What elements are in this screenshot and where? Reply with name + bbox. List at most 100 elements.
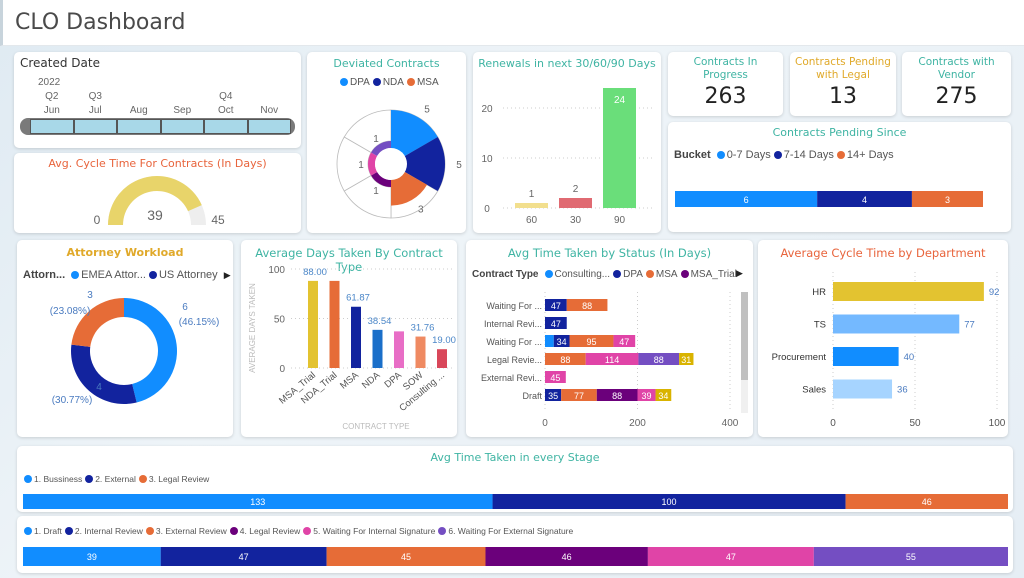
row-label: Internal Revi...: [484, 319, 542, 329]
segment-value-label: 31: [681, 355, 691, 365]
renewals-chart: 0 10 20 1 60 2 30 24 90: [481, 88, 653, 226]
segment-value-label: 45: [550, 373, 560, 383]
x-tick-label: 200: [629, 418, 646, 429]
kpi-card: Contracts Pending with Legal 13: [790, 52, 896, 116]
segment-value-label: 47: [551, 301, 561, 311]
contract-type-bar: [394, 331, 404, 368]
segment-value-label: 46: [922, 497, 932, 507]
slice-value-label: 4: [96, 382, 102, 393]
x-tick-label: 400: [722, 418, 739, 429]
slicer-year: 2022: [38, 77, 61, 88]
contract-type-bar: [329, 280, 340, 368]
stage-card: Avg Time Taken in every Stage 1. Bussine…: [17, 446, 1013, 512]
slice-percent-label: (30.77%): [52, 395, 93, 406]
month-cell[interactable]: [117, 119, 161, 134]
department-chart: 0 50 100 HR 92 TS 77 Procurement 40 Sales 36: [772, 272, 1006, 429]
segment-value-label: 47: [239, 552, 249, 562]
sector-value-label: 3: [418, 205, 424, 216]
kpi-title: Contracts In Progress: [693, 56, 758, 81]
department-bar: [833, 314, 960, 334]
x-tick-label: NDA: [360, 369, 383, 391]
month-label: Aug: [129, 105, 148, 116]
month-label: Oct: [217, 105, 234, 116]
department-bar: [833, 379, 893, 399]
segment-value-label: 77: [574, 391, 584, 401]
inner-value-label: 1: [373, 186, 379, 197]
stage-bar-2: 39 47 45 46 47 55: [23, 547, 1008, 566]
month-label: Jul: [88, 105, 102, 116]
segment-value-label: 45: [401, 552, 411, 562]
status-segment: [545, 335, 554, 347]
renewal-bar: [603, 88, 636, 208]
row-label: External Revi...: [481, 373, 542, 383]
attorney-workload-card: Attorney Workload Attorn... EMEA Attor...…: [17, 240, 233, 437]
bar-value-label: 38.54: [368, 316, 392, 327]
segment-value-label: 88: [560, 355, 570, 365]
gauge-value-label: 39: [147, 207, 163, 223]
quarter-label: Q2: [45, 91, 59, 102]
segment-value-label: 114: [605, 355, 619, 365]
timeline-slider[interactable]: [20, 118, 295, 135]
cycle-time-gauge-card: Avg. Cycle Time For Contracts (In Days) …: [14, 153, 301, 233]
contract-type-bar: [351, 306, 361, 368]
department-card: Average Cycle Time by Department 0 50 100 H…: [758, 240, 1008, 437]
month-cell[interactable]: [160, 119, 204, 134]
gauge-chart: 0 45 39: [94, 175, 225, 227]
kpi-card: Contracts In Progress 263: [668, 52, 783, 116]
pending-since-chart: 6 4 3: [675, 191, 983, 207]
renewal-bar: [559, 198, 592, 208]
quarter-label: Q4: [219, 91, 233, 102]
row-label: Waiting For ...: [486, 301, 542, 311]
month-cell[interactable]: [30, 119, 74, 134]
month-label: Jun: [43, 105, 60, 116]
inner-value-label: 1: [373, 134, 379, 145]
slice-value-label: 3: [87, 290, 93, 301]
kpi-title: Contracts Pending with Legal: [795, 56, 891, 81]
segment-value-label: 88: [612, 391, 622, 401]
bar-value-label: 31.76: [411, 323, 435, 334]
segment-value-label: 47: [551, 319, 561, 329]
department-bar: [833, 282, 984, 301]
department-label: Sales: [802, 385, 826, 396]
month-cell[interactable]: [204, 119, 248, 134]
bar-value-label: 77: [964, 320, 975, 331]
department-label: HR: [812, 287, 826, 298]
bar-value-label: 24: [614, 95, 626, 106]
renewals-card: Renewals in next 30/60/90 Days 0 10 20 1 60 2…: [473, 52, 661, 233]
segment-value-label: 6: [744, 195, 749, 205]
scrollbar-thumb[interactable]: [741, 292, 748, 380]
segment-value-label: 3: [945, 195, 950, 205]
month-cell[interactable]: [73, 119, 117, 134]
slice-value-label: 6: [182, 302, 188, 313]
gauge-max-label: 45: [211, 213, 225, 227]
month-cell[interactable]: [247, 119, 291, 134]
x-tick-label: DPA: [382, 369, 404, 390]
page-title: CLO Dashboard: [15, 10, 186, 35]
segment-value-label: 34: [658, 391, 668, 401]
row-label: Legal Revie...: [487, 355, 542, 365]
kpi-value: 13: [829, 84, 857, 109]
segment-value-label: 4: [862, 195, 867, 205]
segment-value-label: 88: [654, 355, 664, 365]
contract-type-bar: [415, 336, 426, 368]
slice-percent-label: (23.08%): [50, 306, 91, 317]
quarter-label: Q3: [88, 91, 102, 102]
bar-value-label: 36: [897, 385, 908, 396]
pending-since-card: Contracts Pending Since Bucket 0-7 Days 7-…: [668, 122, 1011, 232]
x-tick-label: 90: [614, 215, 626, 226]
x-tick-label: 100: [989, 418, 1006, 429]
status-scrollbar[interactable]: [741, 292, 748, 413]
segment-value-label: 39: [642, 391, 652, 401]
month-label: Nov: [260, 105, 279, 116]
bar-value-label: 40: [904, 352, 915, 363]
bar-value-label: 2: [573, 184, 579, 195]
deviated-contracts-card: Deviated Contracts DPA NDA MSA 553111: [307, 52, 466, 233]
bar-value-label: 88.00: [303, 267, 327, 278]
bar-value-label: 19.00: [432, 335, 456, 346]
segment-value-label: 47: [726, 552, 736, 562]
stage-bar-1: 133 100 46: [23, 494, 1008, 509]
y-tick-label: 0: [279, 364, 285, 375]
segment-value-label: 133: [250, 497, 265, 507]
segment-value-label: 35: [548, 391, 558, 401]
segment-value-label: 39: [87, 552, 97, 562]
